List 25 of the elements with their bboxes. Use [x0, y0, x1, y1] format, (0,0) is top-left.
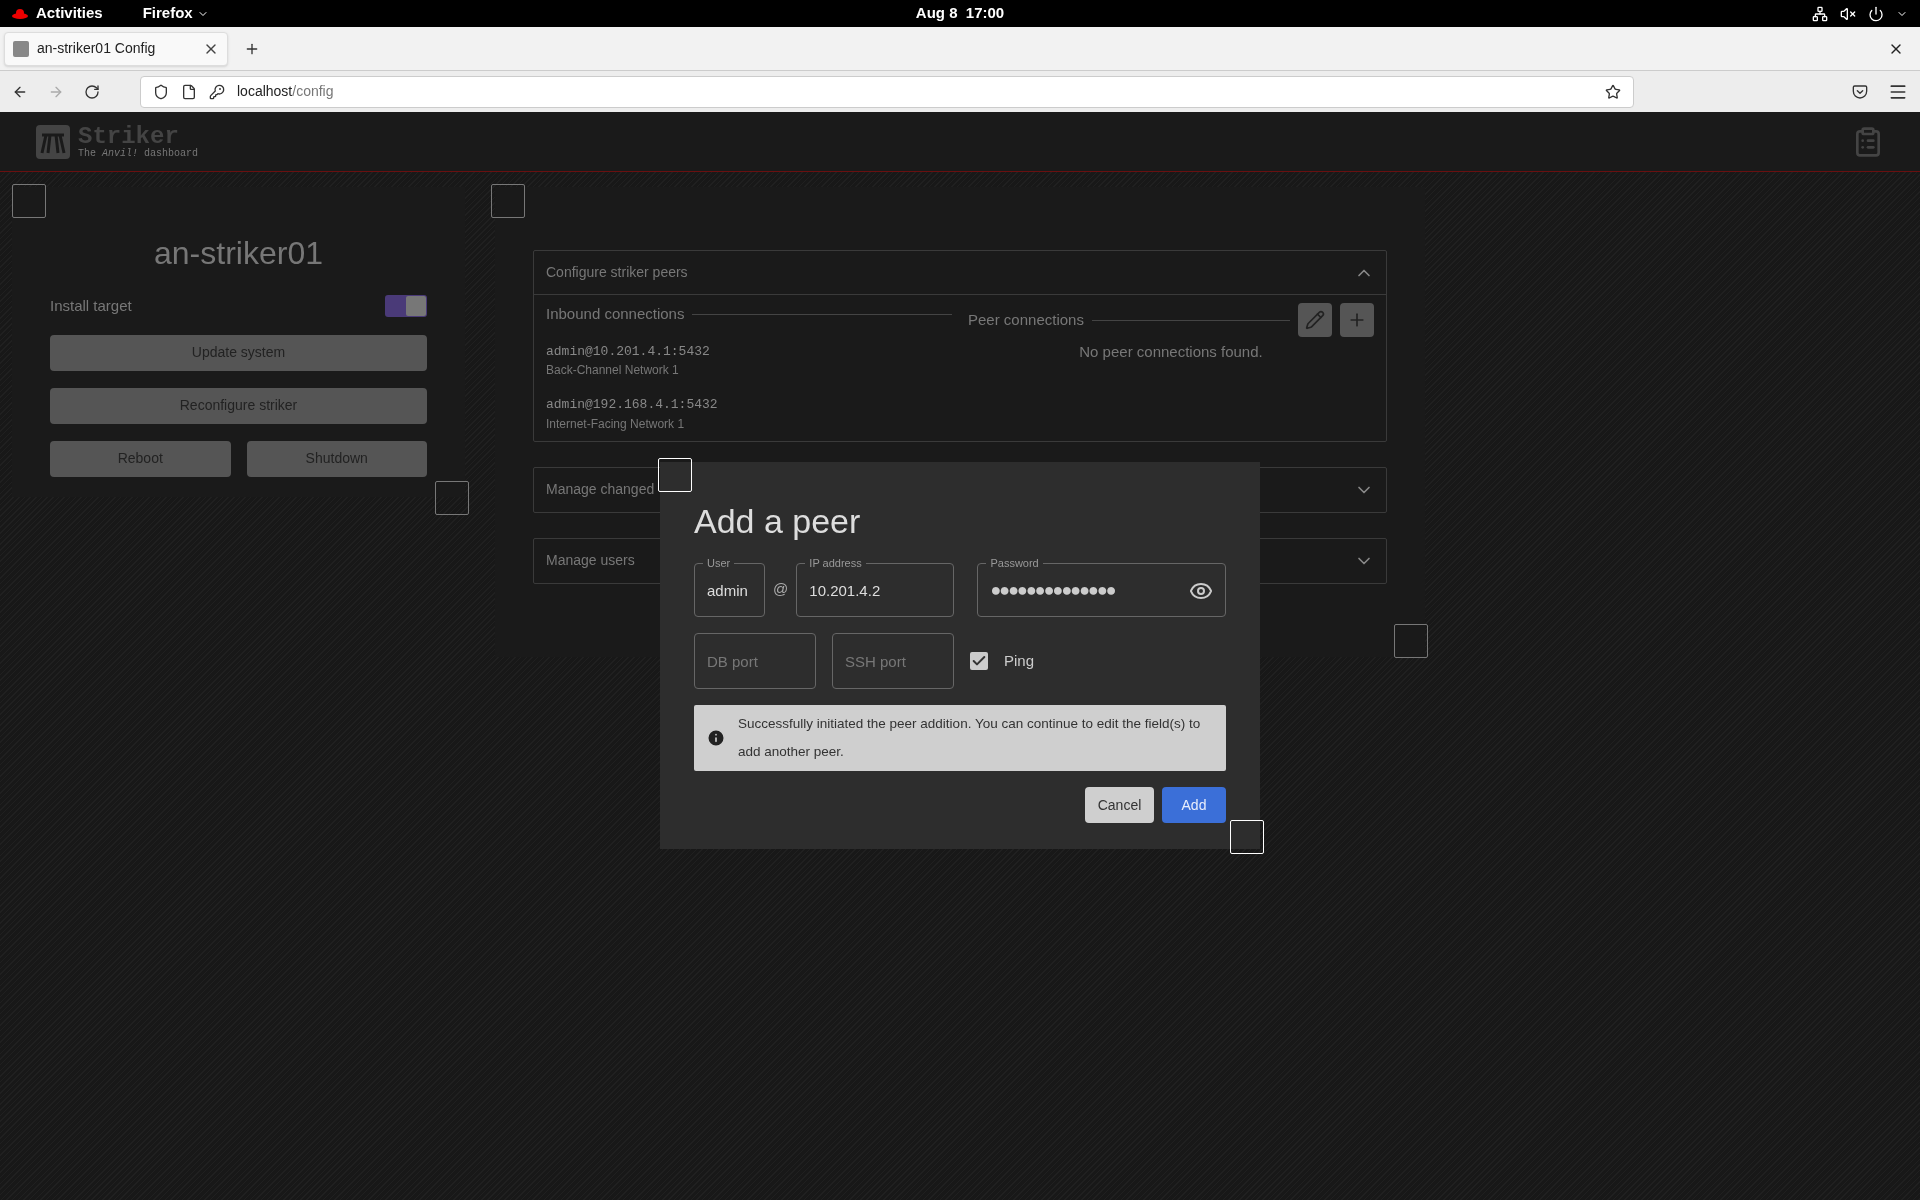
connection-address: admin@10.201.4.1:5432 — [546, 342, 711, 361]
logo-subtitle: The Anvil! dashboard — [78, 148, 199, 159]
field-label: User — [706, 556, 732, 571]
field-label: Password — [989, 556, 1040, 571]
empty-message: No peer connections found. — [1078, 342, 1264, 362]
ping-label: Ping — [1004, 650, 1035, 671]
section-title: Manage users — [546, 551, 635, 570]
field-label: IP address — [808, 556, 863, 571]
install-target-label: Install target — [50, 296, 132, 316]
network-name: Internet-Facing Network 1 — [546, 415, 686, 433]
field-value: admin — [707, 580, 748, 601]
tab-title: an-striker01 Config — [37, 39, 157, 58]
at-sign: @ — [773, 578, 789, 599]
column-heading: Peer connections — [968, 309, 1084, 330]
connection-address: admin@192.168.4.1:5432 — [546, 396, 719, 414]
section-title: Manage changed — [546, 480, 655, 499]
password-value: ●●●●●●●●●●●●●● — [990, 579, 1115, 603]
column-heading: Inbound connections — [546, 304, 685, 324]
alert-message: Successfully initiated the peer addition. You can continue to edit the field(s) to add another peer. — [738, 715, 1202, 761]
section-title: Configure striker peers — [546, 263, 688, 282]
network-name: Back-Channel Network 1 — [546, 362, 680, 379]
dialog-title: Add a peer — [694, 501, 862, 542]
field-value: 10.201.4.2 — [809, 580, 881, 601]
host-title: an-striker01 — [153, 234, 324, 273]
url-text: localhost/config — [237, 82, 335, 101]
